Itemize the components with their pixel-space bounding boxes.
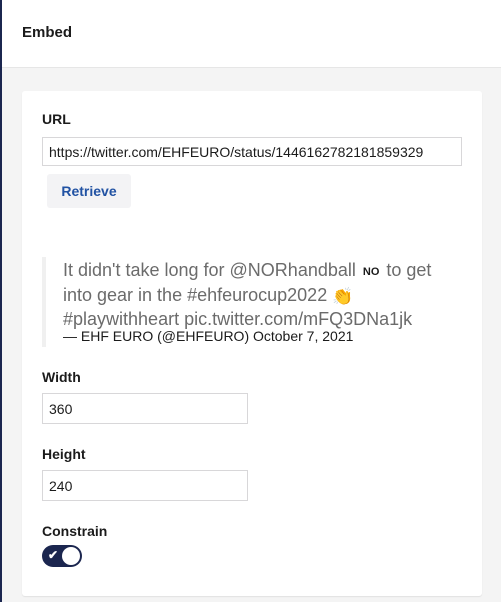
norway-flag-icon: NO bbox=[362, 266, 380, 278]
width-label: Width bbox=[42, 369, 81, 385]
height-input[interactable] bbox=[42, 470, 248, 501]
clapping-hands-icon: 👏 bbox=[332, 287, 354, 306]
embed-preview: It didn't take long for @NORhandball NO … bbox=[42, 257, 462, 347]
embed-page: Embed URL Retrieve It didn't take long f… bbox=[0, 0, 501, 602]
embed-form-card: URL Retrieve It didn't take long for @NO… bbox=[22, 91, 482, 596]
panel-header: Embed bbox=[2, 0, 501, 68]
window-edge bbox=[0, 0, 2, 602]
url-label: URL bbox=[42, 111, 71, 127]
constrain-label: Constrain bbox=[42, 523, 108, 539]
panel-title: Embed bbox=[22, 24, 73, 41]
check-icon: ✔ bbox=[48, 548, 59, 562]
tweet-citation: — EHF EURO (@EHFEURO) October 7, 2021 bbox=[63, 328, 354, 344]
width-input[interactable] bbox=[42, 393, 248, 424]
retrieve-button[interactable]: Retrieve bbox=[47, 174, 131, 208]
tweet-text: It didn't take long for @NORhandball NO … bbox=[63, 260, 432, 329]
url-input[interactable] bbox=[42, 137, 462, 166]
constrain-toggle[interactable]: ✔ bbox=[42, 545, 82, 567]
height-label: Height bbox=[42, 446, 86, 462]
toggle-knob bbox=[62, 547, 80, 565]
